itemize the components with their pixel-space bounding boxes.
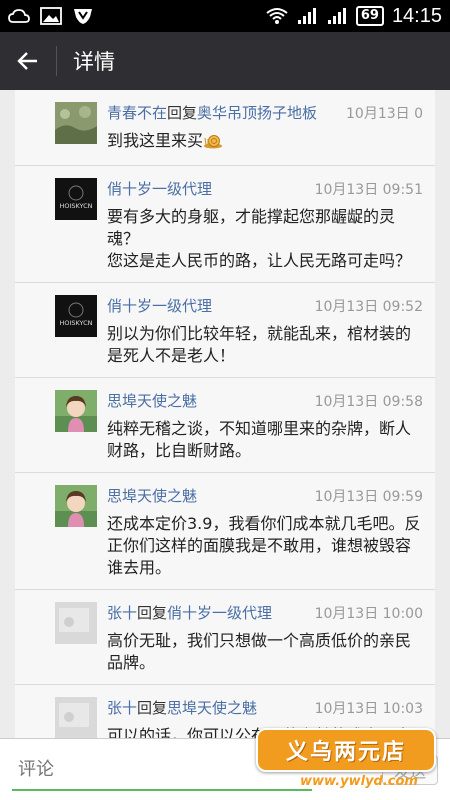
signal-icon — [296, 7, 318, 25]
comment-time: 10月13日 09:52 — [314, 299, 423, 315]
comment-header: 思埠天使之魅 10月13日 09:58 — [107, 390, 423, 411]
cloud-icon — [8, 7, 30, 25]
blurred-avatar[interactable] — [55, 602, 97, 644]
logo-avatar-text: HOISKYCN — [59, 202, 92, 210]
reply-target-name[interactable]: 思埠天使之魅 — [167, 697, 257, 718]
comment-item[interactable]: 思埠天使之魅 10月13日 09:59 还成本定价3.9，我看你们成本就几毛吧。反正… — [15, 473, 435, 590]
commenter-name[interactable]: 青春不在 — [107, 102, 167, 123]
landscape-avatar[interactable] — [55, 102, 97, 144]
watermark-url: www.ywlyd.com — [300, 774, 418, 789]
commenter-name[interactable]: 思埠天使之魅 — [107, 390, 197, 411]
comment-text: 要有多大的身躯，才能撑起您那龌龊的灵魂？ 您这是走人民币的路，让人民无路可走吗？ — [107, 207, 412, 270]
comment-time: 10月13日 10:03 — [314, 701, 423, 717]
comment-item[interactable]: 青春不在 回复 奥华吊顶扬子地板 10月13日 0 到我这里来买 — [15, 90, 435, 166]
watermark-logo: 义乌两元店 www.ywlyd.com — [250, 722, 450, 800]
logo-avatar[interactable]: HOISKYCN — [55, 295, 97, 337]
clock: 14:15 — [391, 4, 442, 27]
commenter-name[interactable]: 俏十岁一级代理 — [107, 178, 212, 199]
comment-time: 10月13日 09:51 — [314, 182, 423, 198]
comment-header: 思埠天使之魅 10月13日 09:59 — [107, 485, 423, 506]
logo-avatar-text: HOISKYCN — [59, 319, 92, 327]
comment-time: 10月13日 10:00 — [314, 606, 423, 622]
comment-list[interactable]: 青春不在 回复 奥华吊顶扬子地板 10月13日 0 到我这里来买 HOISKYCN 俏十岁一… — [15, 90, 435, 738]
comment-text: 别以为你们比较年轻，就能乱来，棺材装的是死人不是老人！ — [107, 324, 412, 365]
child-avatar[interactable] — [55, 485, 97, 527]
reply-target-name[interactable]: 俏十岁一级代理 — [167, 602, 272, 623]
commenter-name[interactable]: 张十 — [107, 602, 137, 623]
comment-item[interactable]: HOISKYCN 俏十岁一级代理 10月13日 09:51 要有多大的身躯，才能撑起您… — [15, 166, 435, 283]
arrow-left-icon — [17, 52, 37, 70]
child-avatar[interactable] — [55, 390, 97, 432]
comment-item[interactable]: HOISKYCN 俏十岁一级代理 10月13日 09:52 别以为你们比较年轻，就能乱… — [15, 283, 435, 378]
comment-header: 张十 回复 俏十岁一级代理 10月13日 10:00 — [107, 602, 423, 623]
reply-label: 回复 — [137, 699, 168, 717]
signal-icon-2 — [326, 7, 348, 25]
comment-time: 10月13日 0 — [346, 106, 423, 122]
comment-header: 张十 回复 思埠天使之魅 10月13日 10:03 — [107, 697, 423, 718]
comment-item[interactable]: 张十 回复 俏十岁一级代理 10月13日 10:00 高价无耻，我们只想做一个高质低价的… — [15, 590, 435, 685]
gallery-icon — [40, 7, 62, 25]
comment-text: 纯粹无稽之谈，不知道哪里来的杂牌，断人财路，比自断财路。 — [107, 419, 412, 460]
comment-text: 高价无耻，我们只想做一个高质低价的亲民品牌。 — [107, 631, 412, 672]
comment-header: 青春不在 回复 奥华吊顶扬子地板 10月13日 0 — [107, 102, 423, 123]
comment-time: 10月13日 09:59 — [314, 489, 423, 505]
wifi-icon — [266, 7, 288, 25]
snail-emoji-icon — [203, 133, 223, 155]
comment-item[interactable]: 思埠天使之魅 10月13日 09:58 纯粹无稽之谈，不知道哪里来的杂牌，断人财路，… — [15, 378, 435, 473]
reply-target-name[interactable]: 奥华吊顶扬子地板 — [197, 102, 317, 123]
comment-header: 俏十岁一级代理 10月13日 09:51 — [107, 178, 423, 199]
status-bar: 69 14:15 — [0, 0, 450, 32]
commenter-name[interactable]: 思埠天使之魅 — [107, 485, 197, 506]
app-bar-divider — [56, 46, 57, 76]
reply-label: 回复 — [137, 604, 168, 622]
page-title: 详情 — [73, 50, 115, 74]
logo-avatar[interactable]: HOISKYCN — [55, 178, 97, 220]
commenter-name[interactable]: 张十 — [107, 697, 137, 718]
comment-text: 还成本定价3.9，我看你们成本就几毛吧。反正你们这样的面膜我是不敢用，谁想被毁容… — [107, 514, 421, 577]
blurred-avatar[interactable] — [55, 697, 97, 738]
comment-header: 俏十岁一级代理 10月13日 09:52 — [107, 295, 423, 316]
app-bar: 详情 — [0, 32, 450, 90]
watermark-text: 义乌两元店 — [285, 740, 406, 765]
back-button[interactable] — [0, 32, 56, 90]
comment-time: 10月13日 09:58 — [314, 394, 423, 410]
comment-text: 到我这里来买 — [107, 130, 423, 155]
commenter-name[interactable]: 俏十岁一级代理 — [107, 295, 212, 316]
shield-icon — [72, 7, 94, 25]
reply-label: 回复 — [167, 104, 198, 122]
battery-indicator: 69 — [355, 6, 384, 26]
